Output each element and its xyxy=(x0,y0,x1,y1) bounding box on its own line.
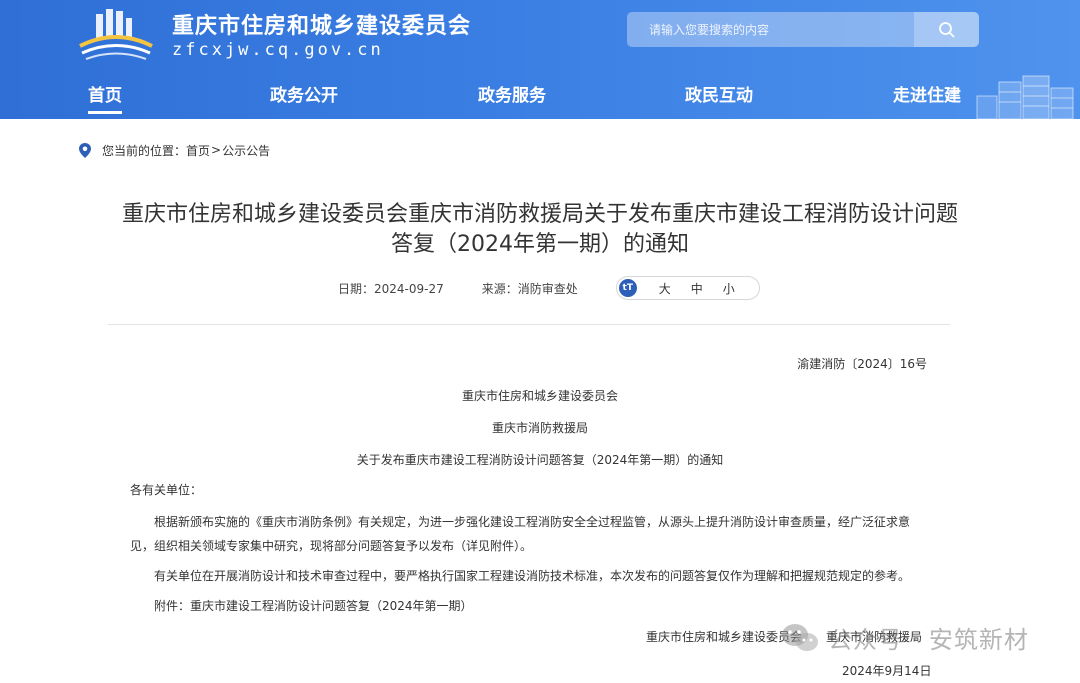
site-domain: zfcxjw.cq.gov.cn xyxy=(172,40,384,60)
nav-item-interaction[interactable]: 政民互动 xyxy=(685,81,753,106)
article-title-line2: 答复（2024年第一期）的通知 xyxy=(391,232,689,257)
font-size-small-button[interactable]: 小 xyxy=(723,280,735,297)
nav-item-gov-services[interactable]: 政务服务 xyxy=(478,81,546,106)
attachment-line: 附件：重庆市建设工程消防设计问题答复（2024年第一期） xyxy=(154,599,473,613)
article-source: 来源：消防审查处 xyxy=(481,281,578,296)
main-nav: 首页 政务公开 政务服务 政民互动 走进住建 xyxy=(0,78,1080,119)
font-size-medium-button[interactable]: 中 xyxy=(691,280,703,297)
watermark-text: 公众号 · 安筑新材 xyxy=(828,626,1029,654)
nav-item-about[interactable]: 走进住建 xyxy=(893,81,961,106)
emblem-logo-icon[interactable] xyxy=(78,6,154,62)
article-title-line1: 重庆市住房和城乡建设委员会重庆市消防救援局关于发布重庆市建设工程消防设计问题 xyxy=(121,202,958,227)
breadcrumb-home-link[interactable]: 首页 xyxy=(186,142,210,159)
search-button[interactable] xyxy=(914,12,979,47)
article-title: 重庆市住房和城乡建设委员会重庆市消防救援局关于发布重庆市建设工程消防设计问题 答… xyxy=(80,200,1000,260)
breadcrumb-separator: > xyxy=(211,143,222,157)
search-box xyxy=(627,12,979,47)
nav-item-gov-affairs-open[interactable]: 政务公开 xyxy=(270,81,338,106)
salutation: 各有关单位： xyxy=(130,483,203,497)
body-paragraph-2: 有关单位在开展消防设计和技术审查过程中，要严格执行国家工程建设消防技术标准，本次… xyxy=(154,569,911,583)
search-input[interactable] xyxy=(627,12,914,47)
breadcrumb-current-link[interactable]: 公示公告 xyxy=(222,142,270,159)
article-date: 日期：2024-09-27 xyxy=(338,281,444,296)
wechat-icon xyxy=(782,623,818,651)
location-pin-icon xyxy=(79,142,91,158)
title-divider xyxy=(108,324,950,325)
watermark: 公众号 · 安筑新材 xyxy=(780,620,1029,655)
font-size-switcher: tT 大 中 小 xyxy=(615,276,760,300)
font-size-icon: tT xyxy=(618,279,637,297)
signature-date: 2024年9月14日 xyxy=(842,664,932,678)
issuer-housing-committee: 重庆市住房和城乡建设委员会 xyxy=(461,389,618,403)
site-header: 重庆市住房和城乡建设委员会 zfcxjw.cq.gov.cn 首页 政务公开 政… xyxy=(0,0,1080,119)
breadcrumb-prefix: 您当前的位置： xyxy=(102,143,187,158)
article-meta: 日期：2024-09-27 来源：消防审查处 tT 大 中 小 xyxy=(338,276,760,300)
nav-item-home[interactable]: 首页 xyxy=(88,81,122,114)
document-number: 渝建消防〔2024〕16号 xyxy=(797,357,927,371)
issuer-fire-rescue: 重庆市消防救援局 xyxy=(491,421,588,435)
breadcrumb: 您当前的位置： 首页 > 公示公告 xyxy=(78,140,270,160)
notice-subject: 关于发布重庆市建设工程消防设计问题答复（2024年第一期）的通知 xyxy=(356,453,724,467)
font-size-large-button[interactable]: 大 xyxy=(659,280,671,297)
body-paragraph-1: 根据新颁布实施的《重庆市消防条例》有关规定，为进一步强化建设工程消防安全全过程监… xyxy=(130,515,911,553)
search-icon xyxy=(938,21,955,38)
buildings-decoration-icon xyxy=(976,75,1074,119)
site-title[interactable]: 重庆市住房和城乡建设委员会 xyxy=(172,8,471,40)
